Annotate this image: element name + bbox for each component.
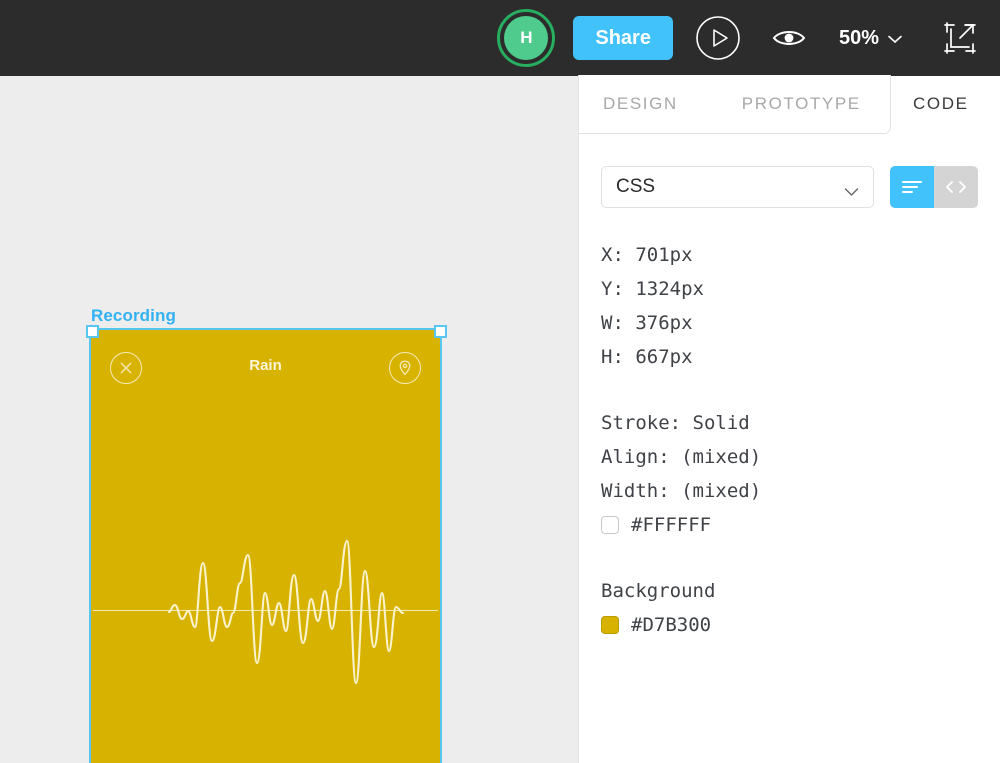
language-select[interactable]: CSS (601, 166, 874, 208)
top-toolbar: H Share 50% (0, 0, 1000, 76)
prop-w: W: 376px (601, 312, 693, 334)
inactive-tabs-card: DESIGN PROTOTYPE (578, 75, 891, 134)
code-properties: X: 701px Y: 1324px W: 376px H: 667px Str… (601, 238, 978, 642)
panel-tabs: DESIGN PROTOTYPE CODE (578, 75, 1000, 134)
chevron-down-icon (888, 27, 902, 50)
list-view-icon[interactable] (890, 166, 934, 208)
layer-name-label[interactable]: Recording (91, 306, 176, 326)
language-select-value: CSS (616, 176, 656, 197)
share-button[interactable]: Share (573, 16, 673, 60)
right-panel: DESIGN PROTOTYPE CODE CSS X: 701px Y: 13… (578, 75, 1000, 763)
prop-stroke: Stroke: Solid (601, 412, 750, 434)
code-toolbar: CSS (601, 166, 978, 208)
zoom-level: 50% (838, 26, 879, 49)
chevron-down-icon (844, 181, 859, 203)
artboard-title: Rain (249, 357, 282, 374)
code-view-icon[interactable] (934, 166, 978, 208)
close-circle-icon[interactable] (110, 352, 142, 384)
prop-align: Align: (mixed) (601, 446, 762, 468)
stroke-color-label: #FFFFFF (631, 514, 712, 536)
eye-icon[interactable] (769, 23, 809, 53)
background-color-row: #D7B300 (601, 608, 978, 642)
avatar[interactable]: H (497, 9, 556, 67)
zoom-control[interactable]: 50% (839, 27, 902, 50)
export-icon[interactable] (938, 16, 982, 60)
prop-x: X: 701px (601, 244, 693, 266)
tab-design[interactable]: DESIGN (579, 94, 678, 114)
code-panel-body: CSS X: 701px Y: 1324px W: 376px H: 667px… (579, 134, 1000, 642)
selection-handle-top-right[interactable] (434, 325, 447, 338)
design-canvas[interactable]: Recording Rain (0, 76, 578, 763)
figma-window: H Share 50% Recording Rain DESIGN PROTOT… (0, 0, 1000, 763)
prop-h: H: 667px (601, 346, 693, 368)
background-heading: Background (601, 580, 716, 602)
prop-width: Width: (mixed) (601, 480, 762, 502)
background-color-swatch[interactable] (601, 616, 619, 634)
avatar-initial: H (504, 16, 549, 60)
location-pin-circle-icon[interactable] (389, 352, 421, 384)
audio-waveform (91, 531, 440, 696)
stroke-color-swatch[interactable] (601, 516, 619, 534)
play-circle-icon[interactable] (695, 15, 741, 61)
prop-y: Y: 1324px (601, 278, 704, 300)
view-toggle (890, 166, 978, 208)
stroke-color-row: #FFFFFF (601, 508, 978, 542)
tab-code[interactable]: CODE (913, 94, 969, 114)
tab-prototype[interactable]: PROTOTYPE (678, 94, 861, 114)
selection-handle-top-left[interactable] (86, 325, 99, 338)
background-color-label: #D7B300 (631, 614, 712, 636)
